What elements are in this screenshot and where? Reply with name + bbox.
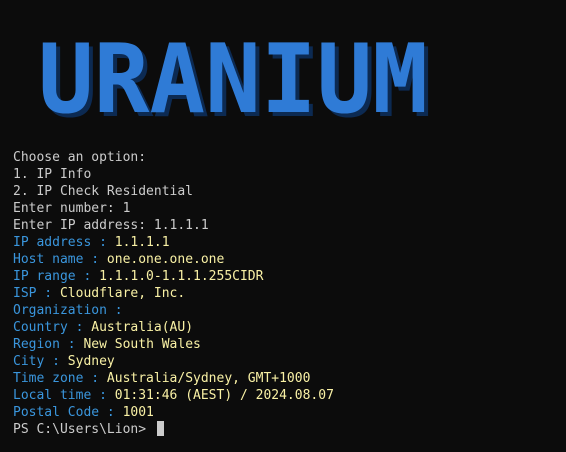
result-ip-range: IP range : 1.1.1.0-1.1.1.255CIDR bbox=[13, 268, 560, 285]
result-isp: ISP : Cloudflare, Inc. bbox=[13, 285, 560, 302]
terminal-output: Choose an option: 1. IP Info 2. IP Check… bbox=[13, 149, 560, 438]
text-cursor bbox=[156, 421, 164, 436]
result-country: Country : Australia(AU) bbox=[13, 319, 560, 336]
result-label: Local time : bbox=[13, 388, 115, 403]
result-value: one.one.one.one bbox=[106, 252, 225, 267]
result-value: Australia(AU) bbox=[91, 320, 194, 335]
result-value: Australia/Sydney, GMT+1000 bbox=[106, 371, 311, 386]
result-label: City : bbox=[13, 354, 68, 369]
result-value: Cloudflare, Inc. bbox=[59, 286, 186, 301]
result-organization: Organization : bbox=[13, 302, 560, 319]
menu-option-ip-info: 1. IP Info bbox=[13, 167, 92, 182]
result-value: 1.1.1.1 bbox=[114, 235, 170, 250]
result-label: Region : bbox=[13, 337, 84, 352]
shell-prompt: PS C:\Users\Lion> bbox=[13, 422, 154, 437]
result-label: Postal Code : bbox=[13, 405, 123, 420]
result-label: IP range : bbox=[13, 269, 100, 284]
menu-option-ip-check-residential: 2. IP Check Residential bbox=[13, 184, 194, 199]
enter-number-line: Enter number: 1 bbox=[13, 201, 131, 216]
result-value: New South Wales bbox=[83, 337, 201, 352]
result-value: 1.1.1.0-1.1.1.255CIDR bbox=[99, 269, 264, 284]
result-value: 01:31:46 (AEST) / 2024.08.07 bbox=[114, 388, 334, 403]
result-time-zone: Time zone : Australia/Sydney, GMT+1000 bbox=[13, 370, 560, 387]
result-label: IP address : bbox=[13, 235, 115, 250]
banner-text: URANIUM bbox=[38, 26, 428, 124]
banner-art: URANIUM URANIUM bbox=[38, 26, 432, 124]
result-value: 1001 bbox=[122, 405, 154, 420]
result-label: Organization : bbox=[13, 303, 131, 318]
result-value: Sydney bbox=[67, 354, 115, 369]
result-label: Time zone : bbox=[13, 371, 107, 386]
result-host-name: Host name : one.one.one.one bbox=[13, 251, 560, 268]
menu-prompt: Choose an option: bbox=[13, 150, 147, 165]
result-city: City : Sydney bbox=[13, 353, 560, 370]
enter-ip-line: Enter IP address: 1.1.1.1 bbox=[13, 218, 209, 233]
uranium-ascii-banner: URANIUM URANIUM bbox=[38, 26, 438, 124]
result-label: ISP : bbox=[13, 286, 60, 301]
result-region: Region : New South Wales bbox=[13, 336, 560, 353]
result-label: Country : bbox=[13, 320, 92, 335]
result-ip-address: IP address : 1.1.1.1 bbox=[13, 234, 560, 251]
result-local-time: Local time : 01:31:46 (AEST) / 2024.08.0… bbox=[13, 387, 560, 404]
result-label: Host name : bbox=[13, 252, 107, 267]
result-postal-code: Postal Code : 1001 bbox=[13, 404, 560, 421]
shell-prompt-line[interactable]: PS C:\Users\Lion> bbox=[13, 421, 560, 438]
